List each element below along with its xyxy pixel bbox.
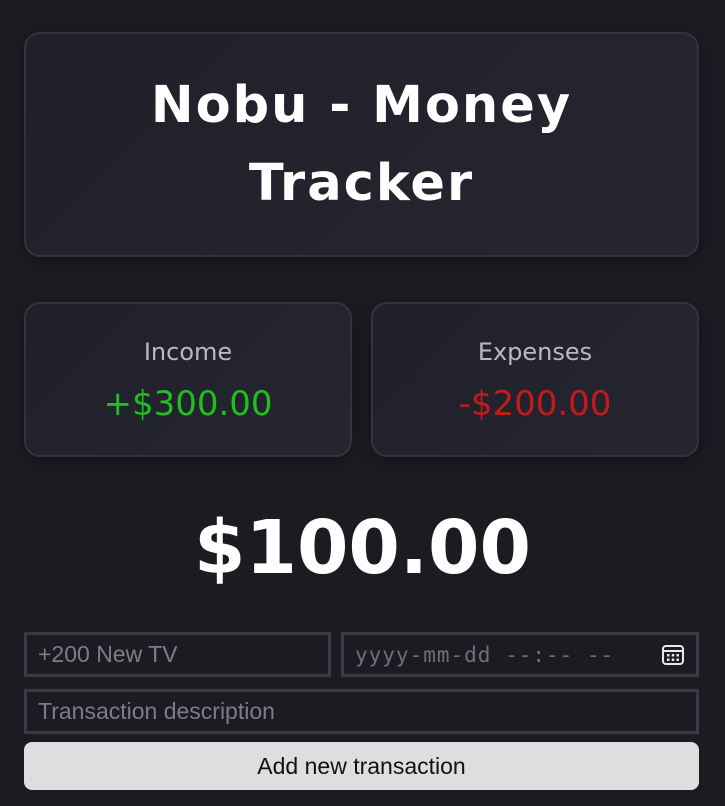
page-title: Nobu - Money Tracker xyxy=(150,75,573,213)
expenses-label: Expenses xyxy=(477,338,593,366)
money-tracker-app: Nobu - Money Tracker Income +$300.00 Exp… xyxy=(0,0,725,806)
income-label: Income xyxy=(143,338,233,366)
income-card: Income +$300.00 xyxy=(24,302,352,457)
amount-input[interactable] xyxy=(24,632,331,677)
add-transaction-button[interactable]: Add new transaction xyxy=(24,742,699,790)
calendar-icon[interactable] xyxy=(661,643,685,667)
expenses-value: -$200.00 xyxy=(458,384,612,424)
description-input[interactable] xyxy=(24,689,699,734)
datetime-input[interactable]: yyyy-mm-dd --:-- -- xyxy=(341,632,699,677)
datetime-placeholder: yyyy-mm-dd --:-- -- xyxy=(355,642,615,667)
income-value: +$300.00 xyxy=(103,384,273,424)
balance-total: $100.00 xyxy=(193,505,532,591)
title-card: Nobu - Money Tracker xyxy=(24,32,699,257)
expenses-card: Expenses -$200.00 xyxy=(371,302,699,457)
